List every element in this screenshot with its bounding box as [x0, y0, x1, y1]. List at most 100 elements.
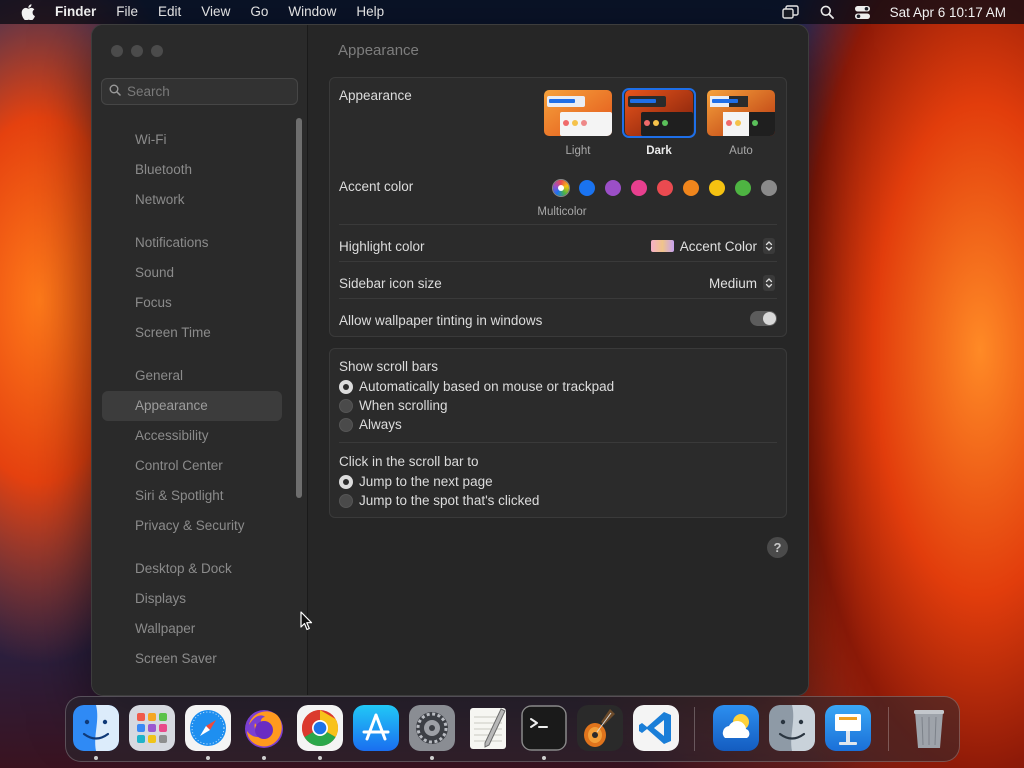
running-indicator — [430, 756, 434, 760]
vscode-icon[interactable] — [633, 705, 679, 751]
finder-icon[interactable] — [769, 705, 815, 751]
search-input[interactable] — [127, 84, 287, 99]
menu-file[interactable]: File — [106, 0, 148, 24]
close-button[interactable] — [111, 45, 123, 57]
card-divider — [339, 261, 777, 262]
sidebar-item-sound[interactable]: Sound — [102, 258, 282, 288]
card-divider — [339, 442, 777, 443]
auto-thumbnail-icon — [707, 90, 775, 136]
card-divider — [339, 298, 777, 299]
appearance-option-light[interactable] — [541, 88, 615, 138]
radio-button-selected[interactable] — [339, 474, 353, 489]
sidebar-separator — [102, 215, 282, 228]
scroll-bars-option-when-scrolling-label: When scrolling — [359, 398, 448, 413]
wallpaper-tinting-toggle[interactable] — [750, 311, 777, 326]
menu-clock[interactable]: Sat Apr 6 10:17 AM — [890, 5, 1006, 20]
finder-icon[interactable] — [73, 705, 119, 751]
highlight-color-label: Highlight color — [339, 239, 425, 254]
highlight-color-value: Accent Color — [679, 238, 757, 254]
radio-button-selected[interactable] — [339, 379, 353, 394]
click-scroll-option-spot-label: Jump to the spot that's clicked — [359, 493, 540, 508]
system-settings-icon[interactable] — [409, 705, 455, 751]
accent-purple[interactable] — [605, 180, 621, 196]
menu-help[interactable]: Help — [346, 0, 394, 24]
menu-app-name[interactable]: Finder — [49, 0, 106, 24]
terminal-icon[interactable] — [521, 705, 567, 751]
menu-go[interactable]: Go — [240, 0, 278, 24]
sidebar-item-notifications[interactable]: Notifications — [102, 228, 282, 258]
radio-button[interactable] — [339, 398, 353, 413]
sidebar-item-focus[interactable]: Focus — [102, 288, 282, 318]
sidebar-item-control-center[interactable]: Control Center — [102, 451, 282, 481]
screen-mirroring-icon[interactable] — [782, 4, 800, 20]
firefox-icon[interactable] — [241, 705, 287, 751]
sidebar-item-screen-saver[interactable]: Screen Saver — [102, 644, 282, 674]
accent-green[interactable] — [735, 180, 751, 196]
accent-orange[interactable] — [683, 180, 699, 196]
sidebar-item-privacy-security[interactable]: Privacy & Security — [102, 511, 282, 541]
spotlight-search-icon[interactable] — [818, 4, 836, 20]
dock-separator — [694, 707, 695, 751]
sidebar-item-desktop-dock[interactable]: Desktop & Dock — [102, 554, 282, 584]
click-scroll-bar-label: Click in the scroll bar to — [339, 454, 479, 469]
weather-icon[interactable] — [713, 705, 759, 751]
sidebar-item-siri-spotlight[interactable]: Siri & Spotlight — [102, 481, 282, 511]
appearance-option-dark-label: Dark — [646, 145, 672, 157]
appearance-option-dark[interactable] — [622, 88, 696, 138]
radio-button[interactable] — [339, 493, 353, 508]
running-indicator — [94, 756, 98, 760]
sidebar-nav: Wi-Fi Bluetooth Network Notifications So… — [102, 125, 282, 674]
sidebar-item-appearance[interactable]: Appearance — [102, 391, 282, 421]
radio-button[interactable] — [339, 417, 353, 432]
appearance-option-auto[interactable] — [704, 88, 778, 138]
control-center-icon[interactable] — [854, 4, 872, 20]
menu-view[interactable]: View — [191, 0, 240, 24]
chrome-icon[interactable] — [297, 705, 343, 751]
keynote-icon[interactable] — [825, 705, 871, 751]
sidebar-item-screen-time[interactable]: Screen Time — [102, 318, 282, 348]
accent-multicolor[interactable] — [553, 180, 569, 196]
sidebar-icon-size-popup[interactable]: Medium — [709, 275, 775, 291]
accent-selected-caption: Multicolor — [537, 206, 587, 218]
textedit-icon[interactable] — [465, 705, 511, 751]
accent-yellow[interactable] — [709, 180, 725, 196]
dark-thumbnail-icon — [625, 90, 693, 136]
click-scroll-option-spot[interactable]: Jump to the spot that's clicked — [339, 493, 539, 508]
running-indicator — [262, 756, 266, 760]
safari-icon[interactable] — [185, 705, 231, 751]
apple-menu-icon[interactable] — [17, 1, 39, 23]
accent-blue[interactable] — [579, 180, 595, 196]
sidebar-item-bluetooth[interactable]: Bluetooth — [102, 155, 282, 185]
trash-icon[interactable] — [906, 705, 952, 751]
garageband-icon[interactable] — [577, 705, 623, 751]
sidebar-scrollbar[interactable] — [296, 118, 302, 498]
accent-color-label: Accent color — [339, 179, 414, 194]
menu-edit[interactable]: Edit — [148, 0, 191, 24]
sidebar-item-general[interactable]: General — [102, 361, 282, 391]
zoom-button[interactable] — [151, 45, 163, 57]
sidebar-item-accessibility[interactable]: Accessibility — [102, 421, 282, 451]
accent-red[interactable] — [657, 180, 673, 196]
sidebar-icon-size-value: Medium — [708, 275, 757, 291]
app-store-icon[interactable] — [353, 705, 399, 751]
highlight-color-popup[interactable]: Accent Color — [650, 238, 775, 254]
help-button[interactable]: ? — [767, 537, 788, 558]
window-controls — [111, 45, 163, 57]
sidebar-item-wifi[interactable]: Wi-Fi — [102, 125, 282, 155]
chevron-up-down-icon — [763, 275, 775, 291]
mouse-cursor-icon — [300, 611, 314, 631]
dock — [65, 696, 960, 762]
sidebar-item-network[interactable]: Network — [102, 185, 282, 215]
scroll-bars-option-when-scrolling[interactable]: When scrolling — [339, 398, 448, 413]
click-scroll-option-next-page[interactable]: Jump to the next page — [339, 474, 493, 489]
accent-pink[interactable] — [631, 180, 647, 196]
launchpad-icon[interactable] — [129, 705, 175, 751]
sidebar-item-displays[interactable]: Displays — [102, 584, 282, 614]
minimize-button[interactable] — [131, 45, 143, 57]
appearance-option-light-label: Light — [565, 145, 591, 157]
accent-graphite[interactable] — [761, 180, 777, 196]
sidebar-item-wallpaper[interactable]: Wallpaper — [102, 614, 282, 644]
menu-window[interactable]: Window — [278, 0, 346, 24]
scroll-bars-option-always[interactable]: Always — [339, 417, 402, 432]
scroll-bars-option-auto[interactable]: Automatically based on mouse or trackpad — [339, 379, 614, 394]
